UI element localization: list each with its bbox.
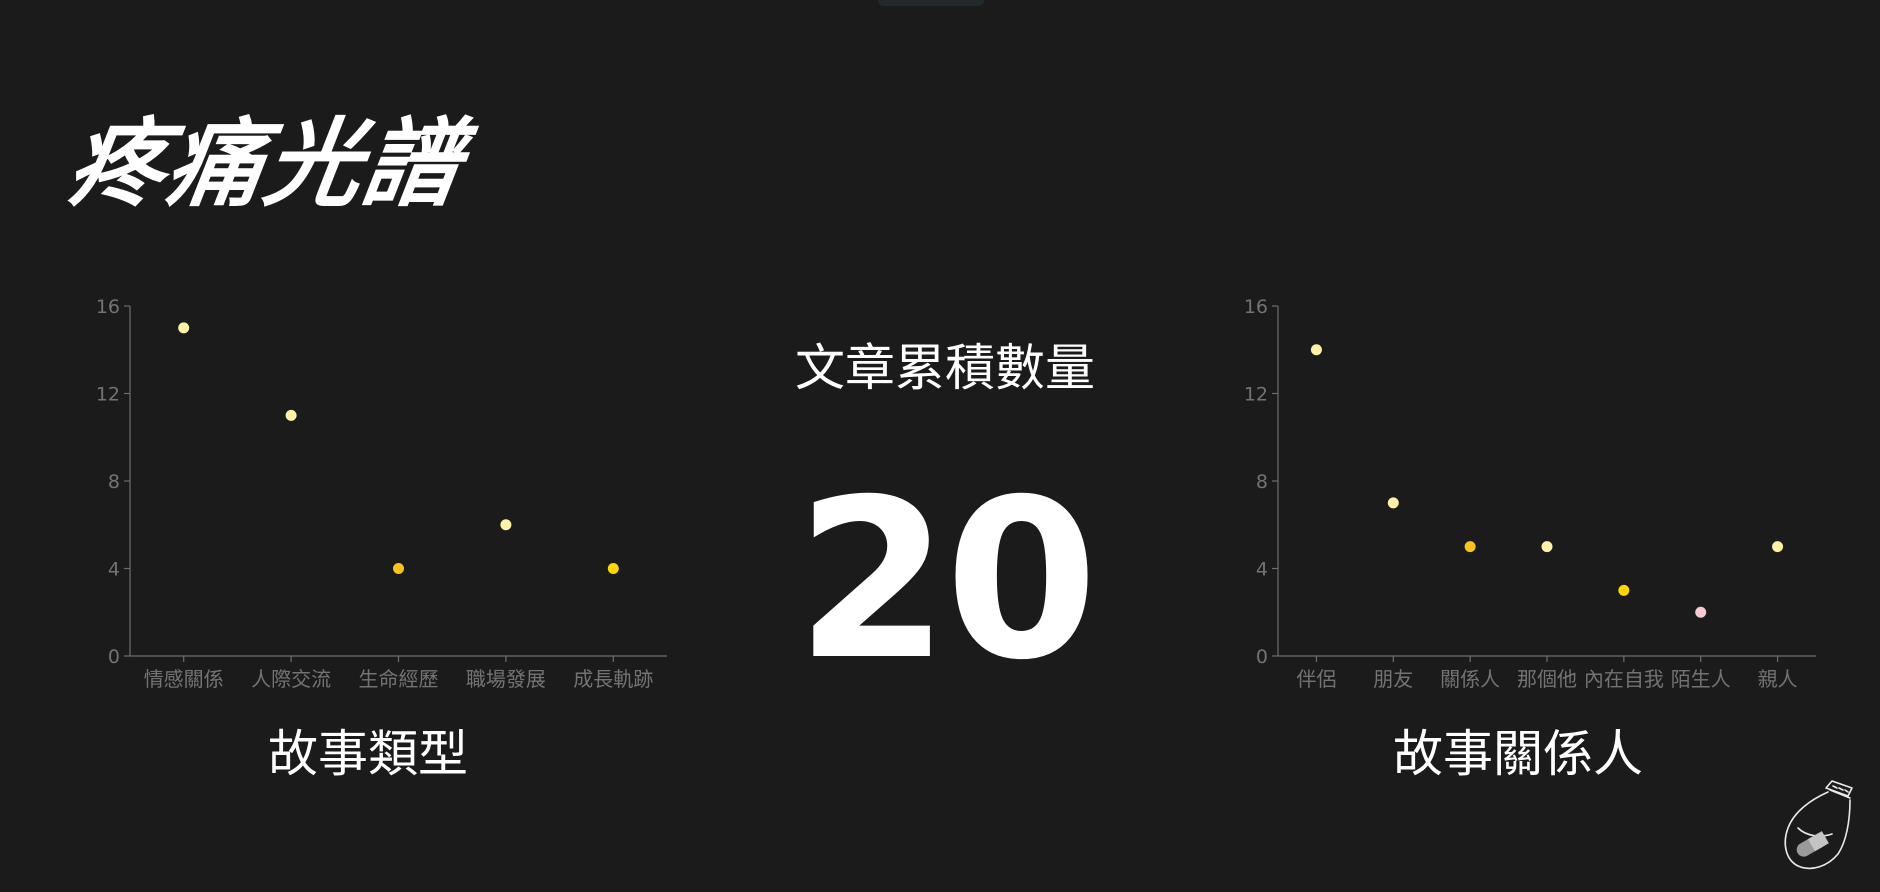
story-relation-scatter-plot: 0 4 8 12 16 伴侶 朋友 關係人 那個他 內在自我 陌生人 親人 <box>1244 296 1816 691</box>
story-type-x-tick-label: 職場發展 <box>466 667 546 691</box>
story-type-y-tick-label: 8 <box>108 471 120 493</box>
story-relation-x-tick-label: 那個他 <box>1517 667 1577 691</box>
top-tab-handle[interactable] <box>878 0 984 6</box>
story-relation-y-tick-label: 4 <box>1256 559 1268 581</box>
story-relation-x-tick-label: 關係人 <box>1440 667 1500 691</box>
story-type-chart: 0 4 8 12 16 情感關係 人際交流 生命經歷 職場發展 成長軌跡 <box>70 282 670 702</box>
story-type-y-tick-label: 4 <box>108 559 120 581</box>
story-relation-chart: 0 4 8 12 16 伴侶 朋友 關係人 那個他 內在自我 陌生人 親人 <box>1218 282 1818 702</box>
story-relation-x-tick-label: 陌生人 <box>1671 667 1731 691</box>
story-relation-data-point <box>1310 344 1322 356</box>
story-type-scatter-plot: 0 4 8 12 16 情感關係 人際交流 生命經歷 職場發展 成長軌跡 <box>96 296 667 691</box>
story-relation-data-point <box>1541 541 1553 553</box>
story-type-y-tick-label: 16 <box>96 296 120 318</box>
story-relation-x-tick-label: 親人 <box>1758 667 1798 691</box>
story-type-x-tick-label: 生命經歷 <box>359 667 439 691</box>
story-relation-x-tick-label: 內在自我 <box>1584 667 1664 691</box>
story-type-data-point <box>393 563 404 574</box>
story-relation-caption: 故事關係人 <box>1393 725 1643 783</box>
story-relation-data-point <box>1772 541 1784 553</box>
story-type-y-tick-label: 12 <box>96 384 120 406</box>
story-relation-x-tick-label: 伴侶 <box>1296 667 1336 691</box>
page-title: 疼痛光譜 <box>61 108 470 220</box>
story-type-y-tick-label: 0 <box>108 646 120 668</box>
story-type-data-point <box>500 519 512 531</box>
story-relation-data-point <box>1464 541 1476 553</box>
story-relation-data-point <box>1618 584 1630 596</box>
story-relation-x-tick-label: 朋友 <box>1373 667 1413 691</box>
story-type-data-point <box>285 409 297 421</box>
story-relation-y-tick-label: 8 <box>1256 471 1268 493</box>
story-relation-y-tick-label: 0 <box>1256 646 1268 668</box>
story-relation-y-tick-label: 16 <box>1244 296 1268 318</box>
story-type-data-point <box>178 322 190 334</box>
story-type-caption: 故事類型 <box>268 725 468 783</box>
story-type-x-tick-label: 情感關係 <box>144 667 224 691</box>
story-relation-data-point <box>1695 606 1707 618</box>
jar-icon[interactable] <box>1776 776 1858 872</box>
story-relation-y-tick-label: 12 <box>1244 384 1268 406</box>
story-relation-data-point <box>1387 497 1399 509</box>
story-type-x-tick-label: 人際交流 <box>251 667 331 691</box>
story-type-data-point <box>607 563 619 574</box>
article-count-label: 文章累積數量 <box>795 339 1095 397</box>
article-count-value: 20 <box>795 452 1098 708</box>
story-type-x-tick-label: 成長軌跡 <box>573 667 653 691</box>
